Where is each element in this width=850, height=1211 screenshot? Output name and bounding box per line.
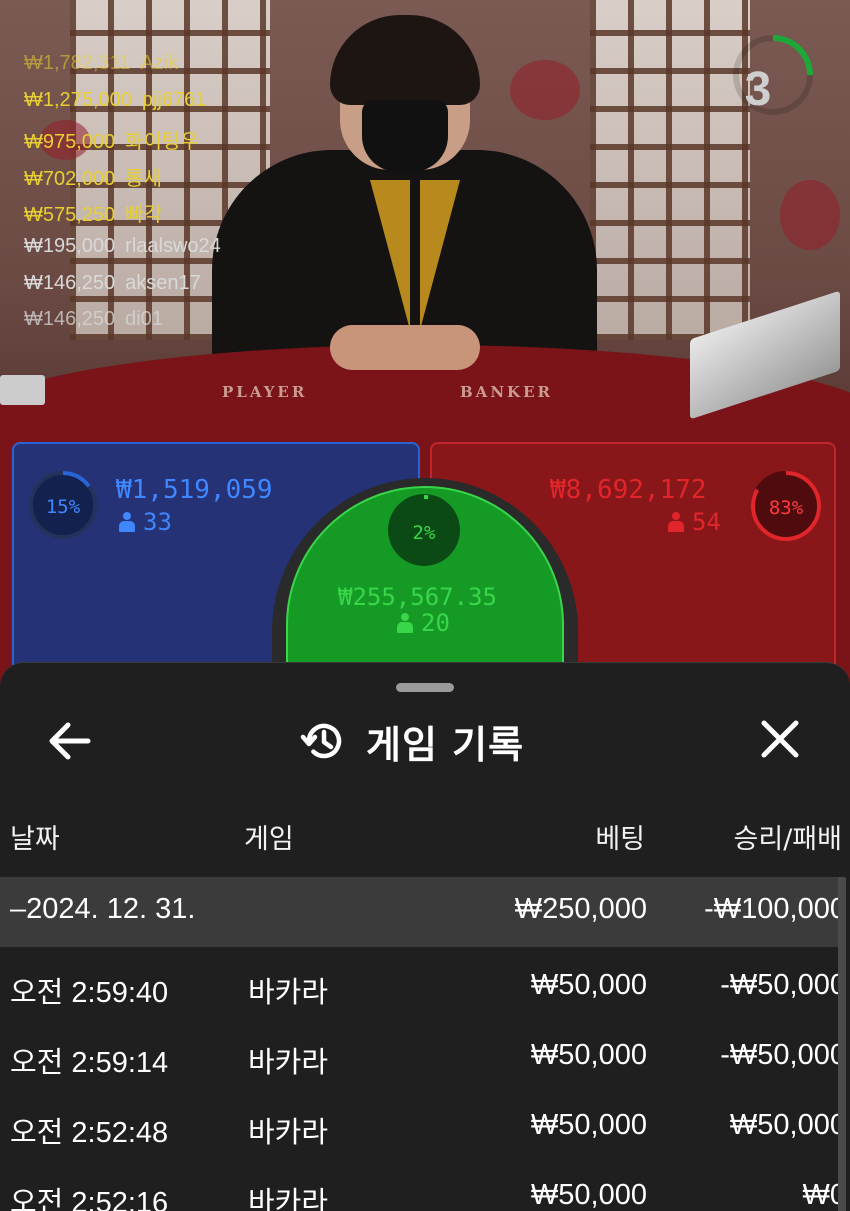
player-percent-text: 15% [46, 496, 81, 518]
history-scrollbar[interactable] [838, 877, 846, 1211]
leaderboard-name: 화이팅우 [125, 131, 199, 154]
dealer-mask [362, 100, 448, 172]
player-bet-amount: ₩1,519,059 [116, 475, 273, 505]
date-group-label: –2024. 12. 31. [10, 893, 196, 925]
history-row[interactable]: 오전 2:59:14 바카라 ₩50,000 -₩50,000 [0, 1023, 846, 1093]
leaderboard-row: ₩575,250 빠각 [24, 198, 221, 235]
leaderboard-row: ₩1,782,311 Azik [24, 52, 221, 89]
column-header-result[interactable]: 승리/패배 [734, 817, 842, 856]
leaderboard-row: ₩1,275,000 pjj6761 [24, 89, 221, 126]
leaderboard-amount: ₩702,000 [24, 167, 116, 190]
leaderboard-amount: ₩975,000 [24, 131, 116, 154]
blossom-decoration [510, 60, 580, 120]
dealer-lapel [340, 180, 410, 330]
column-header-game[interactable]: 게임 [244, 817, 294, 856]
player-count: 33 [119, 508, 172, 536]
leaderboard-row: ₩702,000 롱새 [24, 162, 221, 199]
tie-bet-amount: ₩255,567.35 [338, 583, 497, 611]
row-game: 바카라 [248, 1047, 329, 1079]
row-game: 바카라 [248, 1117, 329, 1149]
row-game: 바카라 [248, 977, 329, 1009]
tie-count-value: 20 [421, 609, 450, 637]
row-bet: ₩50,000 [530, 1179, 647, 1211]
tie-percent-text: 2% [413, 522, 436, 544]
card-tray [0, 375, 45, 405]
row-time: 오전 2:59:14 [10, 1047, 169, 1079]
row-game: 바카라 [248, 1187, 329, 1211]
row-result: -₩50,000 [720, 969, 846, 1001]
history-clock-icon [300, 723, 342, 759]
player-percent-ring: 15% [29, 471, 97, 539]
dealer-hands [330, 325, 480, 370]
history-row[interactable]: 오전 2:59:40 바카라 ₩50,000 -₩50,000 [0, 953, 846, 1023]
date-group-date: 2024. 12. 31. [26, 893, 196, 925]
leaderboard-name: di01 [125, 308, 163, 331]
person-icon [668, 512, 684, 532]
column-header-bet[interactable]: 베팅 [595, 817, 645, 856]
dealer-lapel [420, 180, 490, 330]
sheet-title-text: 게임 기록 [366, 722, 525, 767]
history-row[interactable]: 오전 2:52:16 바카라 ₩50,000 ₩0 [0, 1163, 846, 1211]
winners-leaderboard: ₩1,782,311 Azik ₩1,275,000 pjj6761 ₩975,00… [24, 52, 221, 345]
leaderboard-name: Azik [140, 52, 179, 74]
leaderboard-amount: ₩195,000 [24, 234, 116, 257]
dealer-hair [330, 15, 480, 105]
date-group-row[interactable]: –2024. 12. 31. ₩250,000 -₩100,000 [0, 877, 846, 947]
date-group-result: -₩100,000 [704, 893, 846, 925]
countdown-number: 3 [744, 63, 772, 116]
row-bet: ₩50,000 [530, 1109, 647, 1141]
row-time: 오전 2:52:16 [10, 1187, 169, 1211]
leaderboard-name: 롱새 [125, 167, 162, 190]
banker-percent-ring: 83% [751, 471, 821, 541]
leaderboard-name: 빠각 [125, 204, 162, 227]
banker-count-value: 54 [692, 508, 721, 536]
leaderboard-row: ₩146,250 di01 [24, 308, 221, 345]
background-screen-right [590, 0, 750, 340]
blossom-decoration [780, 180, 840, 250]
sheet-drag-handle[interactable] [396, 683, 454, 692]
banker-percent-text: 83% [769, 497, 804, 519]
leaderboard-row: ₩146,250 aksen17 [24, 272, 221, 309]
player-count-value: 33 [143, 508, 172, 536]
row-bet: ₩50,000 [530, 1039, 647, 1071]
leaderboard-name: pjj6761 [141, 88, 207, 111]
leaderboard-row: ₩195,000 rlaalswo24 [24, 235, 221, 272]
back-arrow-icon[interactable] [42, 717, 98, 765]
row-result: ₩50,000 [729, 1109, 846, 1141]
date-group-bet: ₩250,000 [514, 893, 647, 925]
game-history-sheet: 게임 기록 날짜 게임 베팅 승리/패배 –2024. 12. 31. ₩250… [0, 662, 850, 1211]
history-row[interactable]: 오전 2:52:48 바카라 ₩50,000 ₩50,000 [0, 1093, 846, 1163]
table-player-label: PLAYER [222, 383, 308, 401]
row-bet: ₩50,000 [530, 969, 647, 1001]
close-icon[interactable] [752, 715, 808, 767]
sheet-title: 게임 기록 [300, 715, 524, 767]
history-column-headers: 날짜 게임 베팅 승리/패배 [0, 817, 850, 865]
column-header-date[interactable]: 날짜 [10, 817, 60, 856]
leaderboard-amount: ₩575,250 [24, 204, 116, 227]
row-time: 오전 2:59:40 [10, 977, 169, 1009]
row-result: -₩50,000 [720, 1039, 846, 1071]
table-banker-label: BANKER [460, 383, 553, 401]
tie-count: 20 [397, 609, 450, 637]
tie-percent-ring: 2% [388, 494, 460, 566]
row-time: 오전 2:52:48 [10, 1117, 169, 1149]
leaderboard-row: ₩975,000 화이팅우 [24, 125, 221, 162]
banker-bet-amount: ₩8,692,172 [550, 475, 707, 505]
leaderboard-amount: ₩1,782,311 [24, 52, 131, 74]
leaderboard-amount: ₩146,250 [24, 271, 116, 294]
leaderboard-amount: ₩146,250 [24, 308, 116, 331]
person-icon [119, 512, 135, 532]
leaderboard-amount: ₩1,275,000 [24, 88, 132, 111]
leaderboard-name: aksen17 [125, 271, 201, 294]
banker-count: 54 [668, 508, 721, 536]
person-icon [397, 613, 413, 633]
leaderboard-name: rlaalswo24 [125, 234, 221, 257]
